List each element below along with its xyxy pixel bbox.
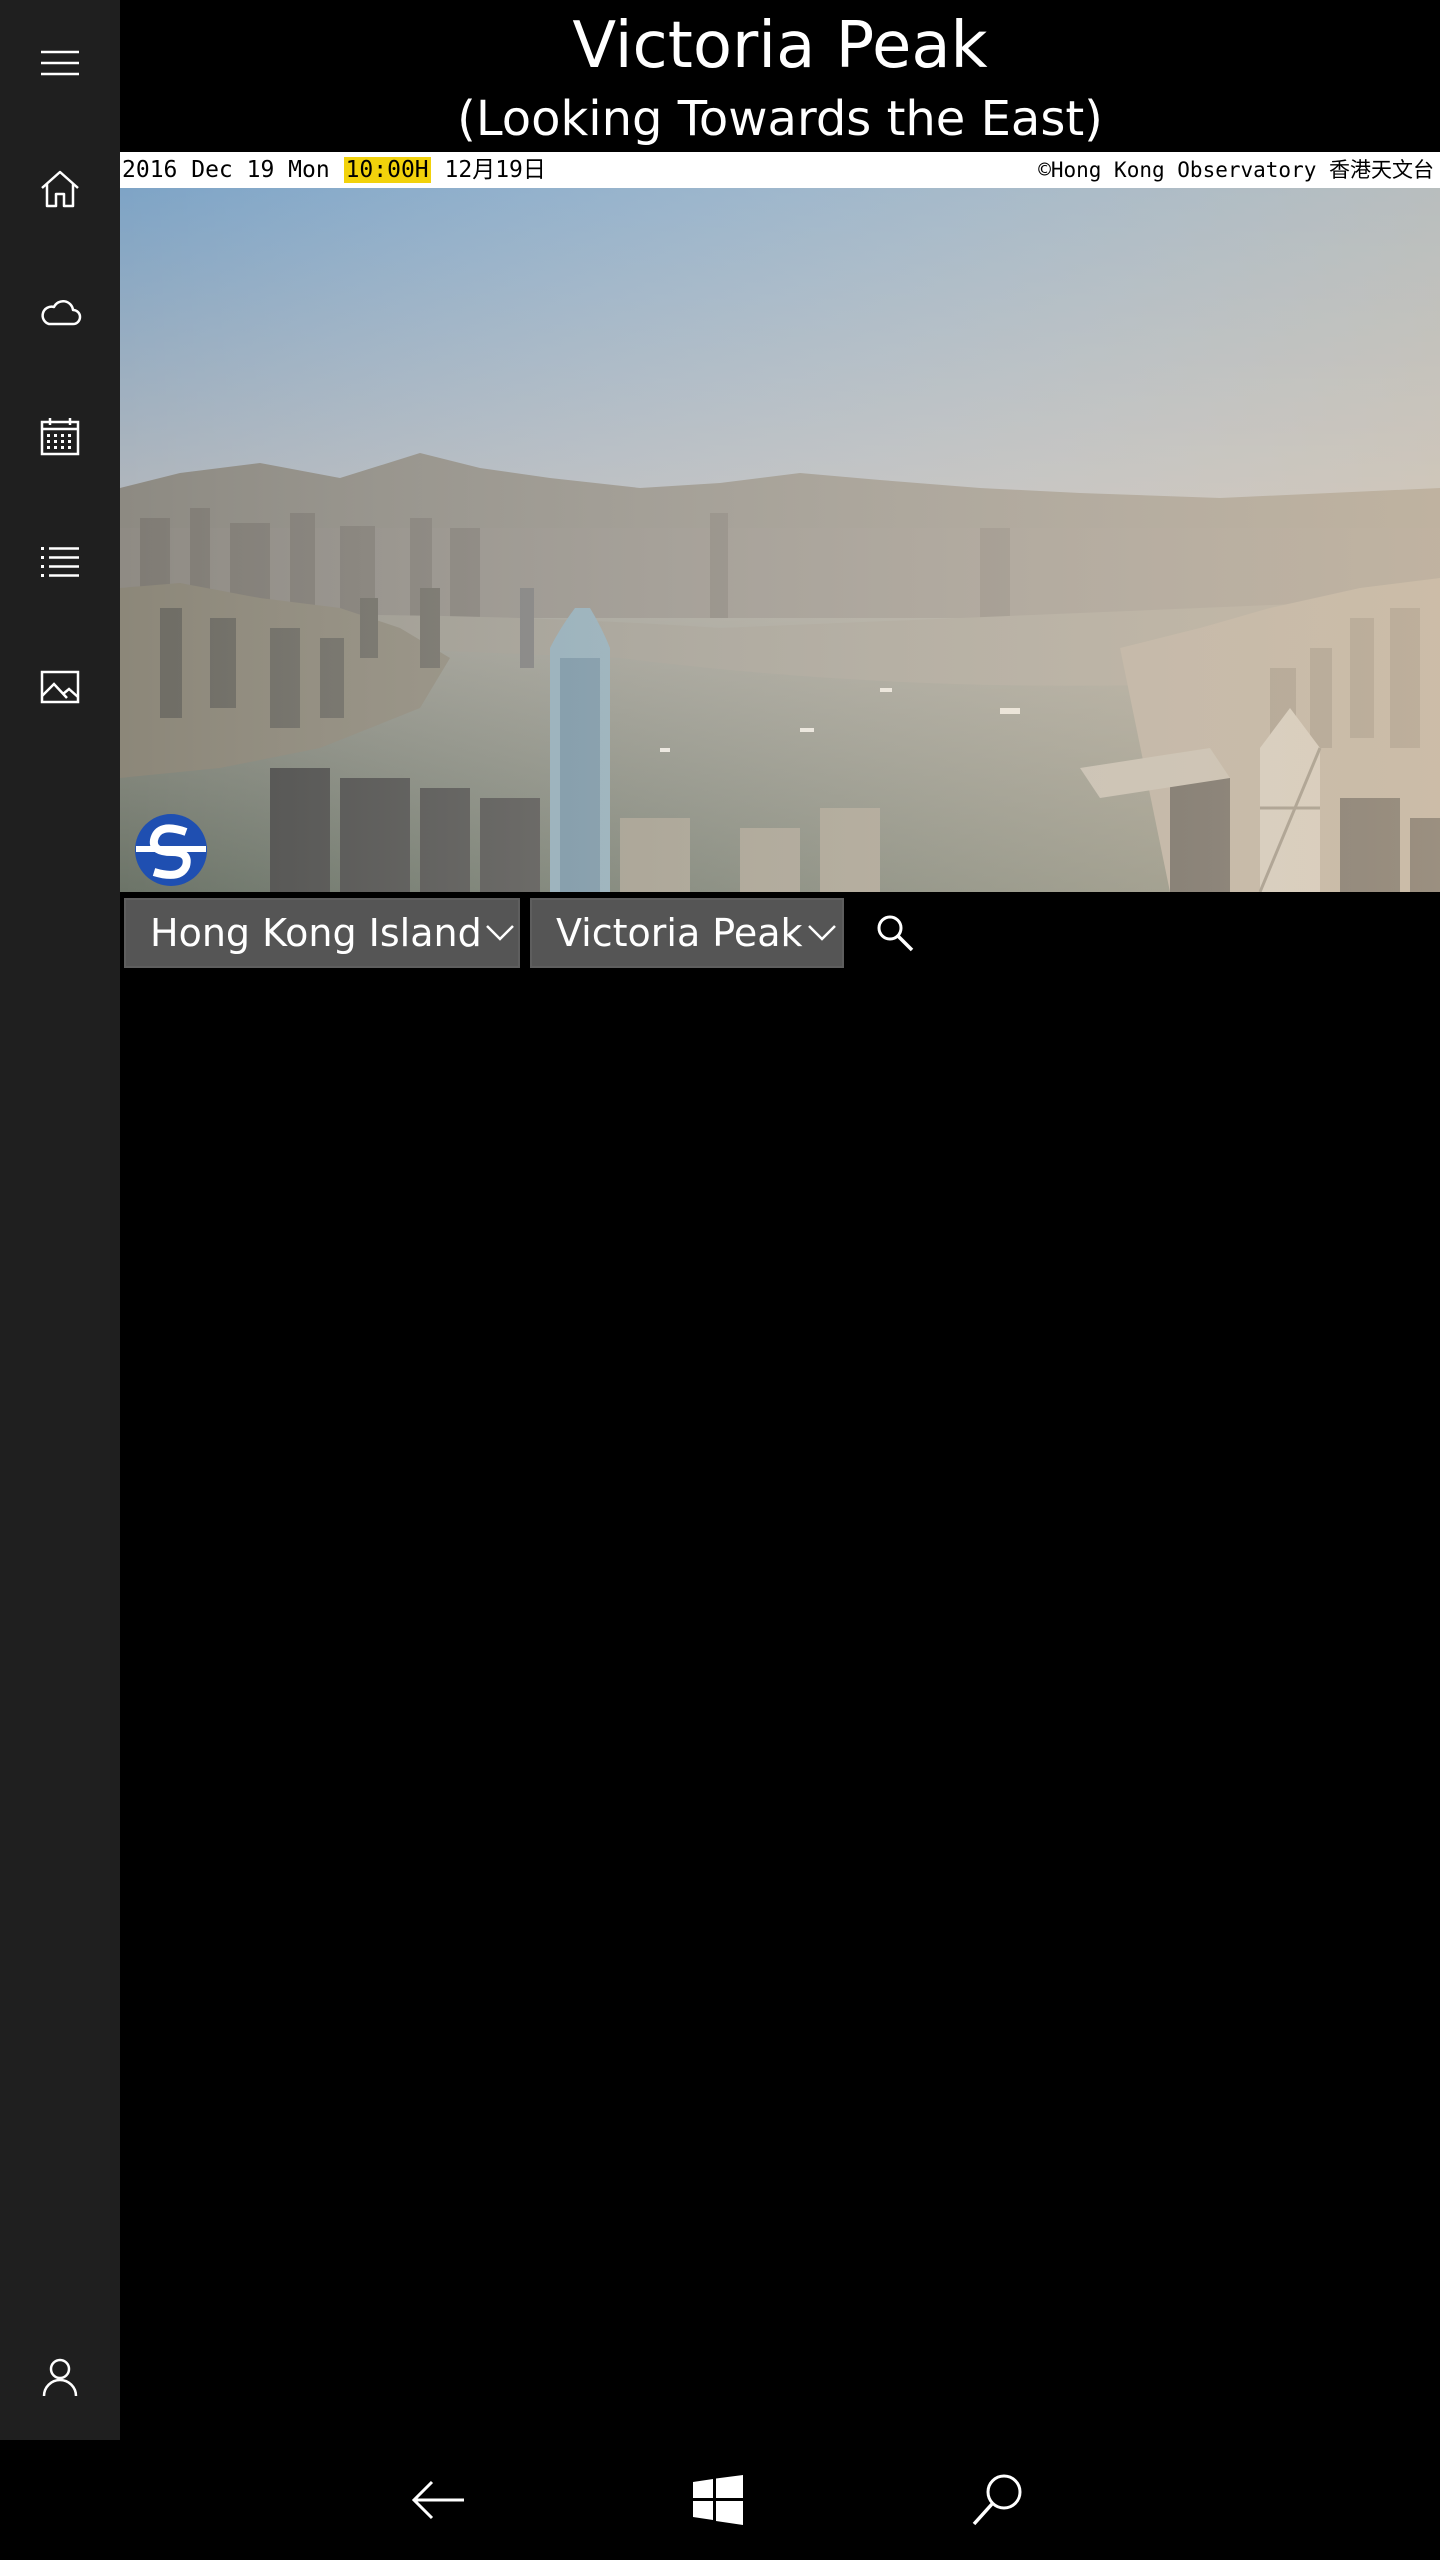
page-title: Victoria Peak	[572, 9, 988, 83]
webcam-image: 2016 Dec 19 Mon 10:00H 12月19日 ©Hong Kong…	[120, 152, 1440, 892]
user-icon	[42, 2358, 78, 2397]
search-icon	[877, 915, 914, 952]
system-navigation-bar	[0, 2440, 1440, 2560]
sidebar-item-home[interactable]	[0, 134, 120, 244]
region-dropdown-value: Hong Kong Island	[150, 911, 482, 955]
windows-logo-icon	[693, 2475, 743, 2525]
cloud-icon	[41, 300, 82, 326]
webcam-date: 2016 Dec 19 Mon	[122, 157, 344, 183]
sidebar-item-images[interactable]	[0, 632, 120, 742]
search-button[interactable]	[958, 2460, 1038, 2540]
app-window: Victoria Peak (Looking Towards the East)…	[0, 0, 1440, 2560]
sidebar-item-account[interactable]	[0, 2322, 120, 2432]
hamburger-menu-button[interactable]	[0, 8, 120, 118]
region-dropdown[interactable]: Hong Kong Island	[124, 898, 520, 968]
sidebar-item-calendar[interactable]	[0, 382, 120, 492]
hamburger-menu-icon	[41, 50, 79, 76]
search-icon	[972, 2474, 1022, 2526]
webcam-local-date: 12月19日	[430, 157, 546, 183]
chevron-down-icon	[482, 924, 518, 942]
image-icon	[40, 670, 80, 704]
sidebar-item-list[interactable]	[0, 506, 120, 616]
calendar-icon	[40, 418, 80, 456]
back-arrow-icon	[411, 2480, 464, 2520]
webcam-timestamp-bar: 2016 Dec 19 Mon 10:00H 12月19日 ©Hong Kong…	[120, 152, 1440, 188]
station-dropdown[interactable]: Victoria Peak	[530, 898, 844, 968]
harbour-scene	[120, 188, 1440, 892]
back-button[interactable]	[398, 2460, 478, 2540]
main-content: Victoria Peak (Looking Towards the East)…	[120, 0, 1440, 2440]
chevron-down-icon	[803, 924, 842, 942]
station-dropdown-value: Victoria Peak	[556, 911, 803, 955]
station-search-button[interactable]	[860, 898, 930, 968]
sidebar-item-weather[interactable]	[0, 258, 120, 368]
hong-kong-observatory-logo	[128, 812, 214, 888]
list-icon	[41, 547, 79, 577]
webcam-copyright: ©Hong Kong Observatory 香港天文台	[1038, 158, 1434, 182]
webcam-time: 10:00H	[343, 157, 431, 183]
sidebar	[0, 0, 120, 2440]
page-subtitle: (Looking Towards the East)	[457, 91, 1103, 147]
start-button[interactable]	[678, 2460, 758, 2540]
home-icon	[41, 170, 79, 208]
